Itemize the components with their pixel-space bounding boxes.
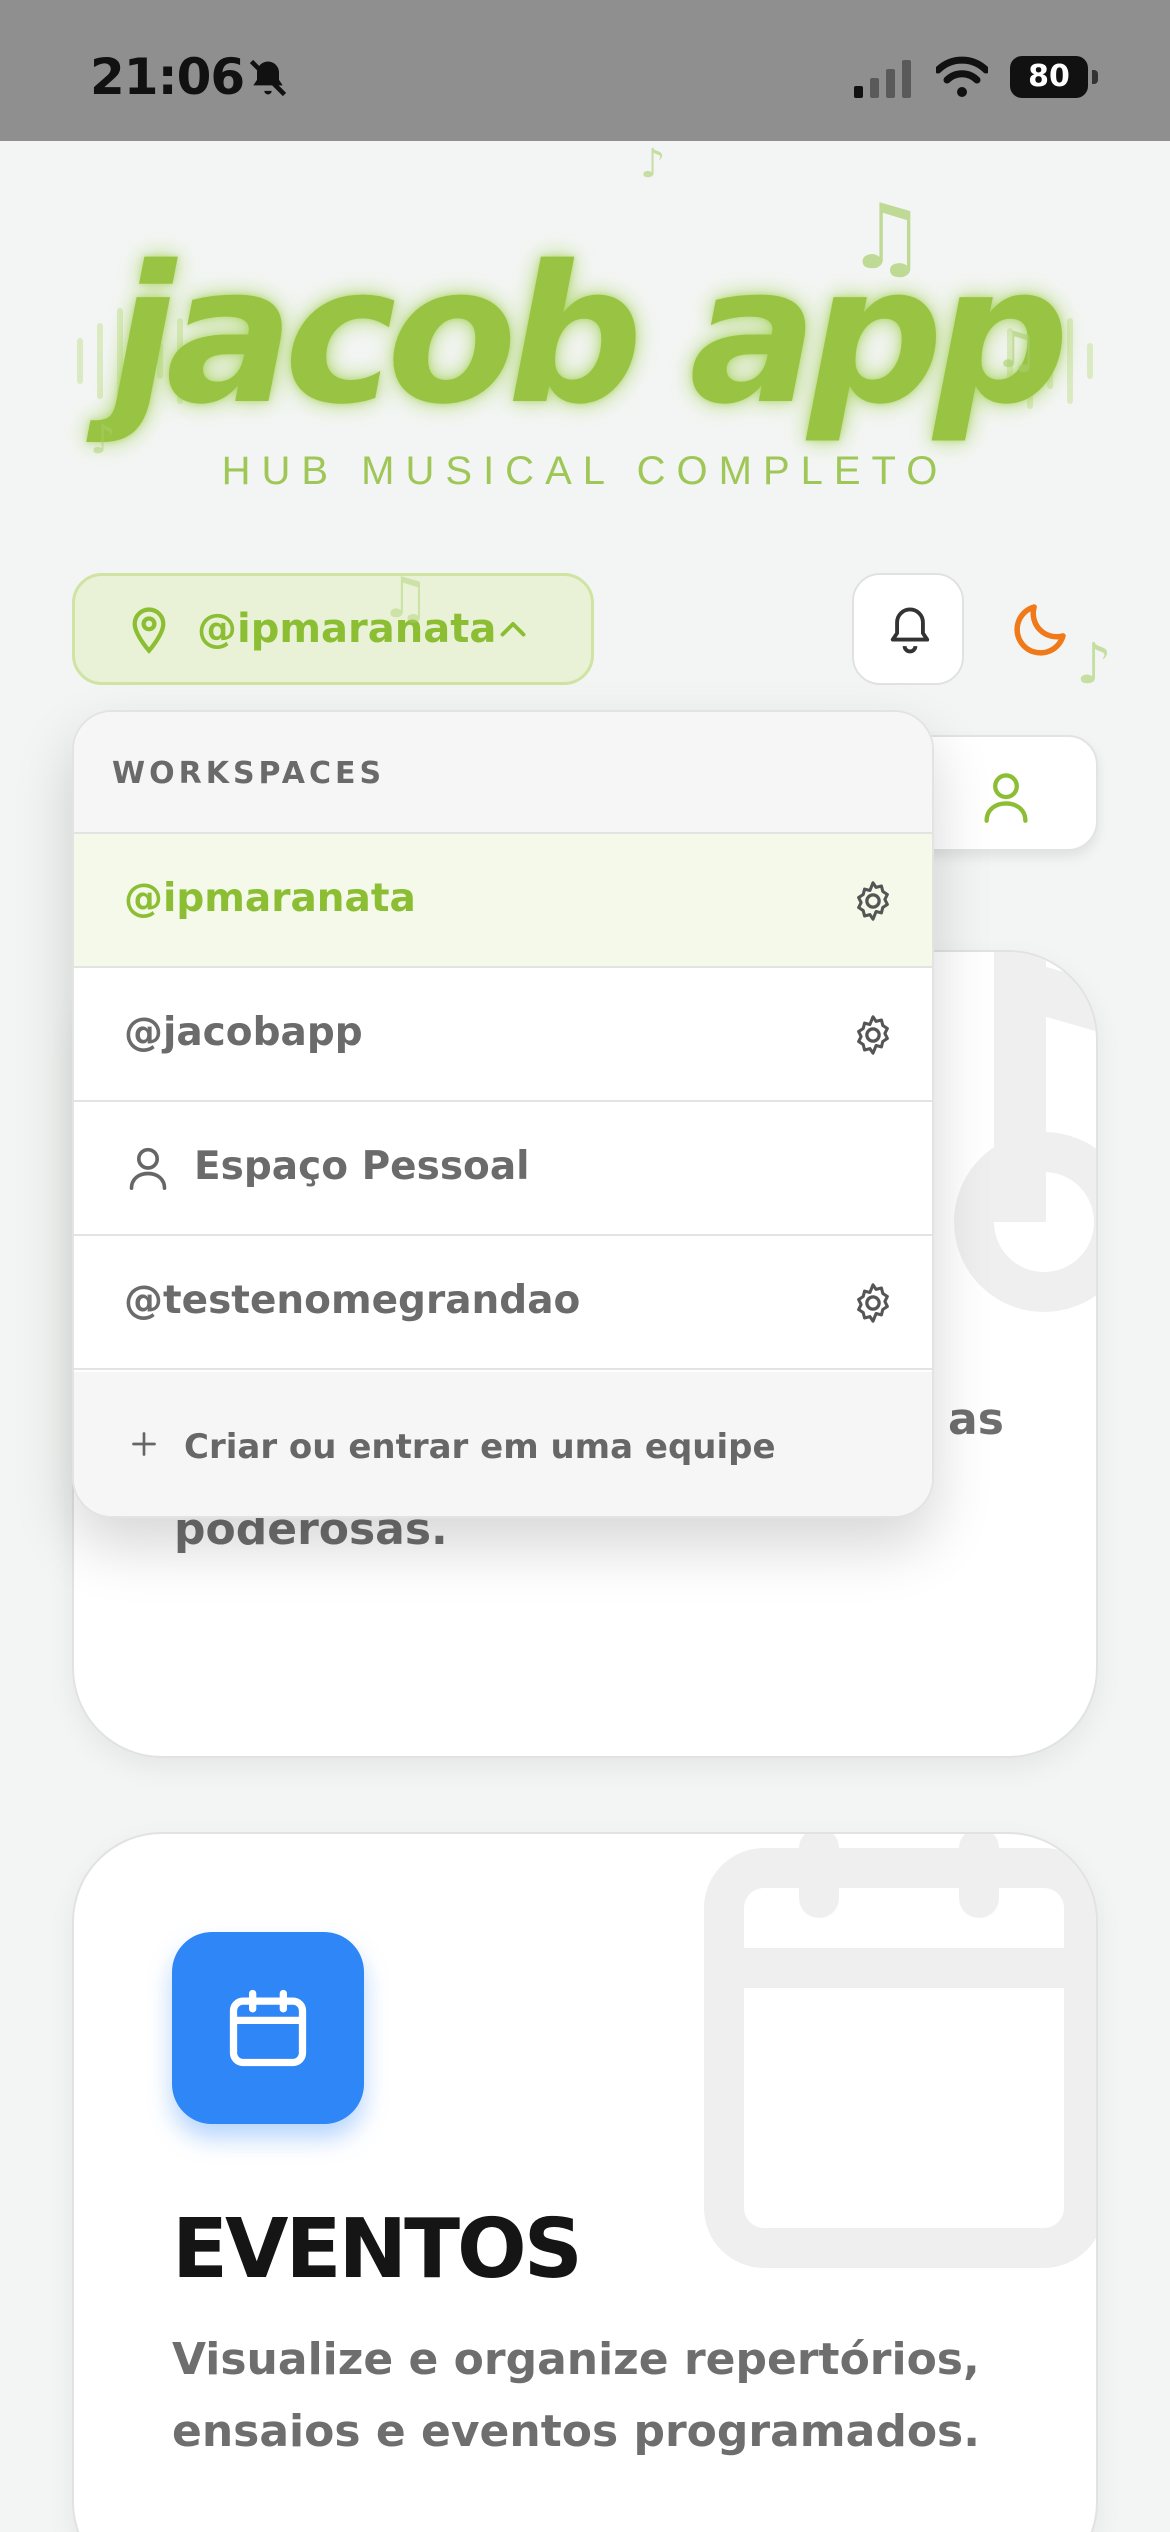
bell-icon — [890, 607, 930, 654]
workspace-item-ipmaranata[interactable]: @ipmaranata — [74, 834, 932, 968]
gear-icon[interactable] — [850, 878, 896, 924]
battery-tip — [1092, 70, 1098, 84]
workspace-item-label: Espaço Pessoal — [194, 1144, 530, 1189]
moon-icon — [1014, 604, 1066, 656]
workspace-dropdown: WORKSPACES @ipmaranata @jacobapp Espaço … — [72, 710, 934, 1518]
music-note-icon: ♪ — [640, 141, 666, 187]
calendar-icon — [229, 1989, 307, 2067]
workspace-item-label: @jacobapp — [124, 1010, 363, 1055]
status-bar: 21:06 80 — [0, 0, 1170, 141]
card-title: EVENTOS — [172, 2202, 583, 2297]
dropdown-header-label: WORKSPACES — [112, 756, 386, 791]
workspace-item-label: @testenomegrandao — [124, 1278, 581, 1323]
notifications-button[interactable] — [852, 573, 964, 685]
battery-indicator: 80 — [1010, 56, 1088, 98]
map-pin-icon — [132, 607, 166, 654]
gear-icon[interactable] — [850, 1012, 896, 1058]
workspace-selector-label: @ipmaranata — [197, 606, 497, 652]
card-description: Visualize e organize repertórios, ensaio… — [172, 2334, 980, 2457]
logo: jacob app HUB MUSICAL COMPLETO ♪ ♫ ♫ ♪ — [0, 141, 1170, 521]
events-icon-box — [172, 1932, 364, 2124]
dropdown-header: WORKSPACES — [74, 712, 932, 834]
chevron-up-icon — [500, 622, 526, 637]
music-note-icon: ♫ — [380, 566, 431, 631]
status-time: 21:06 — [90, 48, 245, 106]
music-note-icon: ♪ — [90, 417, 116, 463]
signal-icon — [854, 60, 911, 98]
music-note-icon: ♫ — [994, 321, 1039, 379]
wifi-icon — [936, 56, 988, 97]
music-note-icon: ♪ — [1076, 632, 1112, 697]
calendar-watermark-icon — [704, 1834, 1096, 2268]
workspace-item-personal[interactable]: Espaço Pessoal — [74, 1102, 932, 1236]
user-icon — [984, 773, 1028, 823]
workspace-selector[interactable]: @ipmaranata — [72, 573, 594, 685]
workspace-item-label: @ipmaranata — [124, 876, 416, 921]
plus-icon — [132, 1432, 156, 1456]
gear-icon[interactable] — [850, 1280, 896, 1326]
app-subtitle: HUB MUSICAL COMPLETO — [221, 449, 949, 493]
workspace-item-jacobapp[interactable]: @jacobapp — [74, 968, 932, 1102]
feature-card-events[interactable]: EVENTOS Visualize e organize repertórios… — [72, 1832, 1098, 2532]
theme-toggle-button[interactable] — [1008, 596, 1078, 666]
workspace-item-testenomegrandao[interactable]: @testenomegrandao — [74, 1236, 932, 1370]
create-or-join-team-label: Criar ou entrar em uma equipe — [184, 1427, 776, 1467]
bell-slash-icon — [249, 59, 287, 97]
user-icon — [129, 1147, 167, 1190]
music-note-icon: ♫ — [846, 185, 927, 290]
create-or-join-team-button[interactable]: Criar ou entrar em uma equipe — [74, 1372, 932, 1516]
